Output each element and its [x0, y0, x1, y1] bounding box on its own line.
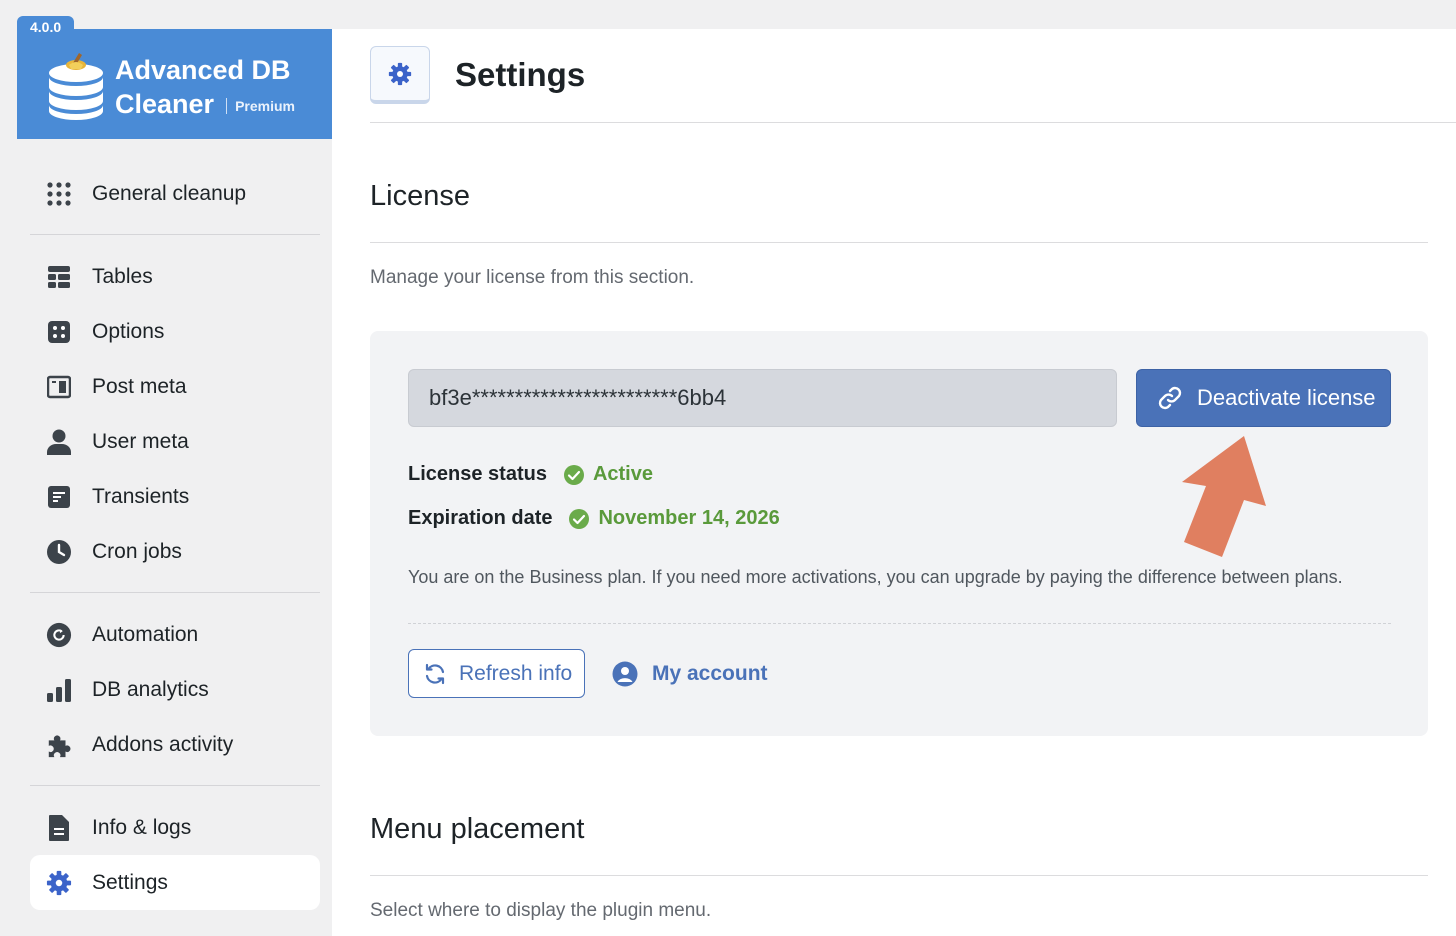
- sidebar-item-post-meta[interactable]: Post meta: [30, 359, 320, 414]
- sidebar-item-label: User meta: [92, 429, 189, 453]
- post-meta-icon: [46, 374, 72, 400]
- check-circle-icon: [563, 464, 585, 486]
- sidebar-item-label: Transients: [92, 484, 190, 508]
- transients-icon: [46, 484, 72, 510]
- sidebar-item-cron-jobs[interactable]: Cron jobs: [30, 524, 320, 579]
- sidebar-item-tables[interactable]: Tables: [30, 249, 320, 304]
- deactivate-license-button[interactable]: Deactivate license: [1136, 369, 1391, 427]
- sidebar-item-automation[interactable]: Automation: [30, 607, 320, 662]
- sidebar-item-info-logs[interactable]: Info & logs: [30, 800, 320, 855]
- sidebar-item-general-cleanup[interactable]: General cleanup: [30, 166, 320, 221]
- expiration-date-label: Expiration date: [408, 507, 553, 529]
- sidebar-item-label: DB analytics: [92, 677, 209, 701]
- puzzle-icon: [46, 732, 72, 758]
- expiration-date-text: November 14, 2026: [598, 507, 780, 529]
- sidebar-item-user-meta[interactable]: User meta: [30, 414, 320, 469]
- sidebar-item-label: Settings: [92, 870, 168, 894]
- sidebar-item-addons-activity[interactable]: Addons activity: [30, 717, 320, 772]
- license-key-field[interactable]: [408, 369, 1117, 427]
- gear-icon: [46, 870, 72, 896]
- clock-icon: [46, 539, 72, 565]
- edition-label: Premium: [226, 98, 295, 114]
- options-icon: [46, 319, 72, 345]
- brand-header[interactable]: Advanced DB Cleaner Premium: [17, 29, 332, 139]
- sidebar-item-options[interactable]: Options: [30, 304, 320, 359]
- sidebar-item-label: Addons activity: [92, 732, 234, 756]
- my-account-label: My account: [652, 661, 768, 685]
- gear-icon: [370, 46, 430, 104]
- bar-chart-icon: [46, 677, 72, 703]
- tables-icon: [46, 264, 72, 290]
- user-icon: [46, 429, 72, 455]
- sidebar-nav: General cleanup Tables Options Post meta…: [30, 166, 320, 910]
- deactivate-license-label: Deactivate license: [1197, 385, 1376, 410]
- grid-dots-icon: [46, 181, 72, 207]
- user-circle-icon: [612, 661, 638, 687]
- sidebar: 4.0.0 Advanced DB Cleaner Premium Genera…: [17, 0, 332, 936]
- sidebar-item-label: Automation: [92, 622, 199, 646]
- page-title: Settings: [455, 56, 586, 93]
- annotation-arrow-icon: [1182, 436, 1266, 557]
- license-status-value: Active: [563, 463, 653, 486]
- my-account-link[interactable]: My account: [612, 649, 768, 698]
- refresh-info-button[interactable]: Refresh info: [408, 649, 585, 698]
- plan-note: You are on the Business plan. If you nee…: [408, 567, 1343, 587]
- nav-divider: [30, 592, 320, 593]
- license-status-label: License status: [408, 463, 547, 485]
- menu-placement-title: Menu placement: [370, 813, 585, 845]
- sidebar-item-db-analytics[interactable]: DB analytics: [30, 662, 320, 717]
- license-section-description: Manage your license from this section.: [370, 267, 695, 288]
- check-circle-icon: [568, 508, 590, 530]
- expiration-date-row: Expiration date November 14, 2026: [408, 507, 780, 530]
- automation-icon: [46, 622, 72, 648]
- license-status-row: License status Active: [408, 463, 653, 486]
- database-logo-icon: [49, 53, 103, 120]
- brand-name-line1: Advanced DB: [115, 55, 291, 85]
- main-content: Settings License Manage your license fro…: [332, 29, 1456, 936]
- refresh-info-label: Refresh info: [459, 661, 573, 685]
- license-section-title: License: [370, 180, 470, 212]
- sidebar-item-label: Cron jobs: [92, 539, 182, 563]
- document-icon: [46, 814, 72, 841]
- refresh-icon: [423, 662, 447, 686]
- link-icon: [1157, 385, 1183, 411]
- license-status-text: Active: [592, 463, 653, 485]
- brand-name-line2: Cleaner: [115, 89, 215, 119]
- version-badge: 4.0.0: [17, 16, 75, 41]
- sidebar-item-label: Post meta: [92, 374, 187, 398]
- menu-placement-description: Select where to display the plugin menu.: [370, 900, 712, 921]
- license-card: Deactivate license License status Active…: [370, 331, 1428, 736]
- card-divider: [408, 623, 1391, 624]
- sidebar-item-label: Tables: [92, 264, 153, 288]
- sidebar-item-transients[interactable]: Transients: [30, 469, 320, 524]
- section-divider: [370, 242, 1428, 243]
- nav-divider: [30, 234, 320, 235]
- sidebar-item-label: Options: [92, 319, 165, 343]
- brand-name: Advanced DB Cleaner Premium: [115, 53, 295, 121]
- sidebar-item-label: General cleanup: [92, 181, 247, 205]
- sidebar-item-label: Info & logs: [92, 815, 192, 839]
- nav-divider: [30, 785, 320, 786]
- page-header: Settings: [370, 46, 1456, 123]
- expiration-date-value: November 14, 2026: [568, 507, 780, 530]
- section-divider: [370, 875, 1428, 876]
- sidebar-item-settings[interactable]: Settings: [30, 855, 320, 910]
